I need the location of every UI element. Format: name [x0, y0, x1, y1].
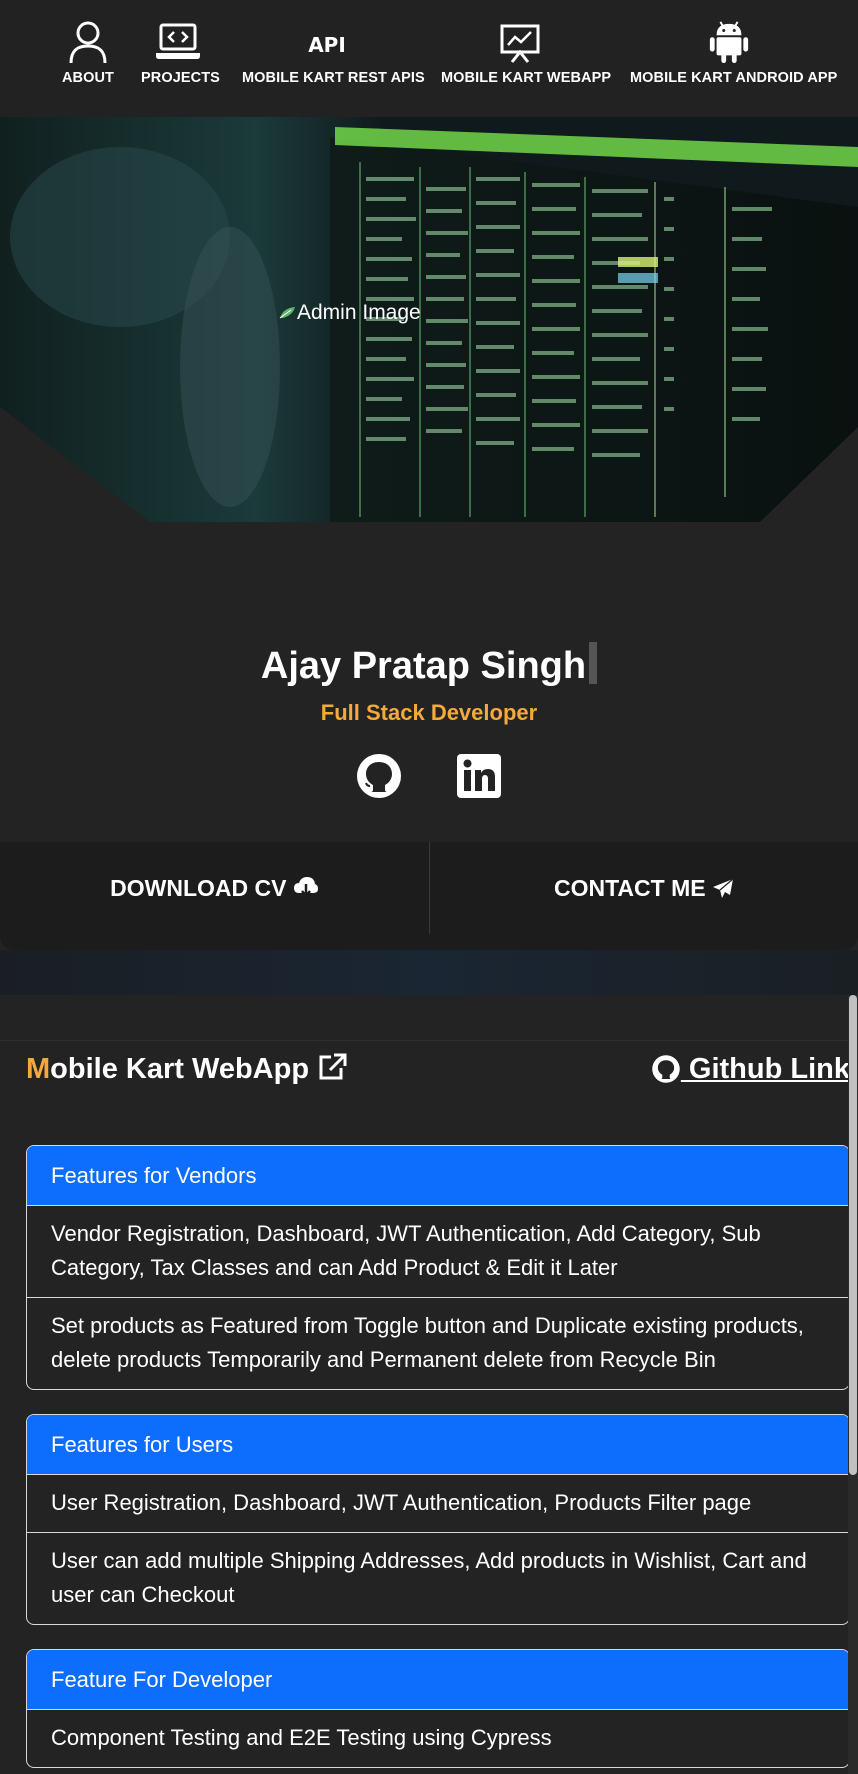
external-link-icon[interactable]: [317, 1053, 347, 1081]
download-cv-button[interactable]: DOWNLOAD CV: [0, 842, 429, 934]
paper-plane-icon: [713, 878, 734, 898]
nav-label-webapp: MOBILE KART WEBAPP: [441, 70, 612, 86]
project-title-initial: M: [26, 1053, 51, 1085]
profile-name-row: Ajay Pratap Singh: [0, 642, 858, 688]
linkedin-icon[interactable]: [455, 752, 503, 800]
contact-me-button[interactable]: CONTACT ME: [430, 842, 858, 934]
scrollbar-thumb[interactable]: [849, 995, 857, 1475]
list-item: Set products as Featured from Toggle but…: [27, 1297, 849, 1389]
action-buttons: DOWNLOAD CV CONTACT ME: [0, 842, 858, 950]
project-title-rest: obile Kart WebApp: [50, 1053, 310, 1085]
nav-item-rest-apis[interactable]: API MOBILE KART REST APIS: [242, 20, 425, 86]
profile-section: Ajay Pratap Singh Full Stack Developer D…: [0, 522, 858, 950]
card-header: Features for Users: [27, 1415, 849, 1474]
top-nav: ABOUT PROJECTS API MOBILE KART REST APIS…: [0, 0, 858, 117]
project-section: Mobile Kart WebApp Github Link Features …: [0, 995, 858, 1774]
list-item: Component Testing and E2E Testing using …: [27, 1709, 849, 1767]
api-icon: API: [308, 33, 346, 57]
nav-label-rest-apis: MOBILE KART REST APIS: [242, 70, 425, 86]
github-link[interactable]: Github Link: [651, 1053, 850, 1086]
list-item: User Registration, Dashboard, JWT Authen…: [27, 1474, 849, 1532]
profile-role: Full Stack Developer: [320, 700, 538, 725]
nav-item-projects[interactable]: PROJECTS: [141, 20, 220, 86]
broken-image-icon: [279, 307, 295, 319]
list-item: Vendor Registration, Dashboard, JWT Auth…: [27, 1205, 849, 1297]
typing-cursor: [589, 642, 598, 684]
nav-label-android-app: MOBILE KART ANDROID APP: [630, 70, 838, 86]
contact-me-label: CONTACT ME: [553, 875, 706, 901]
laptop-code-icon: [156, 23, 200, 59]
profile-name: Ajay Pratap Singh: [260, 645, 587, 687]
nav-label-projects: PROJECTS: [141, 70, 220, 86]
nav-item-about[interactable]: ABOUT: [58, 20, 118, 86]
card-header: Features for Vendors: [27, 1146, 849, 1205]
list-item: User can add multiple Shipping Addresses…: [27, 1532, 849, 1624]
presentation-chart-icon: [500, 24, 540, 63]
github-icon: [652, 1055, 680, 1083]
admin-image-label: Admin Image: [297, 301, 421, 324]
section-separator: [0, 950, 858, 995]
project-title[interactable]: Mobile Kart WebApp: [26, 1053, 347, 1086]
github-icon[interactable]: [355, 752, 403, 800]
nav-item-android-app[interactable]: MOBILE KART ANDROID APP: [630, 20, 838, 86]
github-link-label: Github Link: [680, 1053, 850, 1085]
nav-item-webapp[interactable]: MOBILE KART WEBAPP: [441, 20, 612, 86]
feature-card-developer: Feature For Developer Component Testing …: [26, 1649, 850, 1768]
section-divider: [0, 1040, 858, 1041]
person-icon: [69, 21, 107, 64]
hero-terminal-image: [0, 117, 858, 522]
feature-card-users: Features for Users User Registration, Da…: [26, 1414, 850, 1625]
admin-image-alt-text: Admin Image: [279, 301, 421, 325]
download-cv-label: DOWNLOAD CV: [110, 875, 287, 901]
feature-card-vendors: Features for Vendors Vendor Registration…: [26, 1145, 850, 1390]
card-header: Feature For Developer: [27, 1650, 849, 1709]
cloud-download-icon: [293, 877, 318, 899]
android-icon: [709, 21, 749, 64]
scrollbar[interactable]: [848, 995, 858, 1774]
nav-label-about: ABOUT: [61, 70, 115, 86]
svg-text:API: API: [308, 33, 346, 57]
hero-banner: Admin Image: [0, 117, 858, 522]
